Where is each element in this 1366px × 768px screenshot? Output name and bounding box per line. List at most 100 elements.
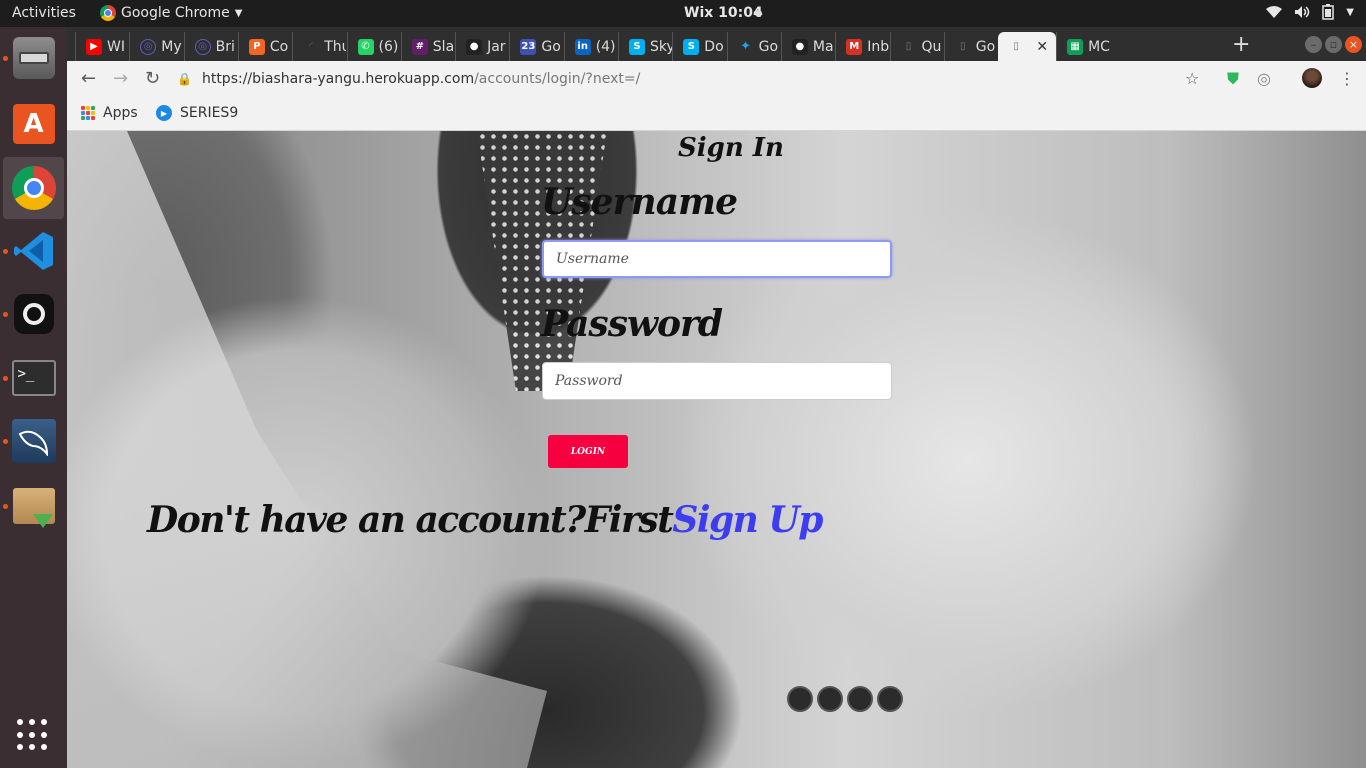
notification-dot-icon <box>755 10 762 17</box>
globe-icon: ◎ <box>194 38 211 55</box>
dock-vscode[interactable] <box>0 220 67 282</box>
password-input[interactable] <box>542 362 892 400</box>
twitter-icon: ✦ <box>740 39 752 54</box>
whatsapp-icon: ✆ <box>357 38 374 55</box>
terminal-icon: >_ <box>11 360 56 396</box>
lock-icon: 🔒 <box>177 72 192 86</box>
bookmark-label: SERIES9 <box>180 105 239 121</box>
dock-terminal[interactable]: >_ <box>0 347 67 409</box>
forward-button[interactable]: → <box>113 68 128 89</box>
menu-icon[interactable]: ⋮ <box>1339 69 1355 88</box>
password-label: Password <box>541 303 723 345</box>
battery-icon <box>1322 4 1335 20</box>
dolphin-icon <box>11 419 56 463</box>
maximize-button[interactable]: ▫ <box>1325 36 1342 53</box>
globe-icon: ◎ <box>140 38 157 55</box>
tab-label: (6) <box>378 38 399 55</box>
page-viewport: Sign In Username Password login Don't ha… <box>67 131 1366 768</box>
back-button[interactable]: ← <box>81 68 96 89</box>
tab-13[interactable]: ● Ma <box>780 32 835 61</box>
ubuntu-dock: A >_ <box>0 27 67 768</box>
tab-label: Sla <box>432 38 455 55</box>
close-tab-icon[interactable]: ✕ <box>1036 39 1048 55</box>
shield-icon[interactable]: ⛊ <box>1227 69 1239 89</box>
tab-label: Bri <box>215 38 235 55</box>
signup-prefix: Don't have an account?First <box>147 499 674 541</box>
tab-10[interactable]: S Sky <box>618 32 672 61</box>
tab-label: Co <box>269 38 289 55</box>
app-menu[interactable]: Google Chrome ▼ <box>100 5 242 21</box>
file-cabinet-icon <box>12 37 55 79</box>
dock-software[interactable]: A <box>0 93 67 155</box>
shopping-bag-icon: A <box>12 104 55 144</box>
dock-files[interactable] <box>0 27 67 89</box>
dock-mysql-workbench[interactable] <box>0 410 67 472</box>
apps-grid-icon <box>81 106 95 120</box>
grid-icon <box>17 719 23 725</box>
github-icon: ● <box>466 38 483 55</box>
tab-7[interactable]: ● Jar <box>455 32 509 61</box>
youtube-icon: ▶ <box>86 38 102 55</box>
signup-link[interactable]: Sign Up <box>672 499 823 541</box>
tab-9[interactable]: in (4) <box>563 32 618 61</box>
tab-0[interactable]: ▶ WI <box>75 32 129 61</box>
tab-5[interactable]: ✆ (6) <box>346 32 401 61</box>
reload-button[interactable]: ↻ <box>145 68 160 89</box>
dock-chrome[interactable] <box>3 157 64 219</box>
package-icon <box>12 488 55 528</box>
tab-label: Go <box>541 38 561 55</box>
extension-icon[interactable]: ◎ <box>1257 69 1271 88</box>
username-input[interactable] <box>542 240 892 278</box>
browser-toolbar: ← → ↻ 🔒 https://biashara-yangu.herokuapp… <box>67 61 1366 97</box>
tab-15[interactable]: ▯ Qu <box>889 32 944 61</box>
url-host: https://biashara-yangu.herokuapp.com <box>201 71 475 87</box>
new-tab-button[interactable]: + <box>1232 32 1250 57</box>
show-apps-button[interactable] <box>17 719 49 751</box>
dock-archive-installer[interactable] <box>0 475 67 537</box>
tab-11[interactable]: S Do <box>672 32 726 61</box>
address-bar[interactable]: 🔒 https://biashara-yangu.herokuapp.com/a… <box>177 64 1217 94</box>
volume-icon <box>1295 6 1310 18</box>
tab-16[interactable]: ▯ Go <box>943 32 998 61</box>
avatar[interactable] <box>1302 68 1322 88</box>
calendar-icon: 23 <box>520 38 537 55</box>
tab-label: Thu <box>324 38 346 55</box>
tab-label: Ma <box>812 38 834 55</box>
chrome-window: ▶WI◎My◎BriPCo◜Thu✆(6)#Sla●Jar23Goin(4)SS… <box>67 27 1366 131</box>
close-window-button[interactable]: × <box>1345 36 1362 53</box>
activities-button[interactable]: Activities <box>12 5 76 21</box>
tab-1[interactable]: ◎ My <box>129 32 183 61</box>
tab-6[interactable]: # Sla <box>400 32 455 61</box>
bookmarks-bar: Apps ▶ SERIES9 <box>67 97 1366 131</box>
minimize-button[interactable]: – <box>1305 36 1322 53</box>
tab-label: Inb <box>867 38 890 55</box>
tab-18[interactable]: ▦ MC <box>1056 32 1110 61</box>
clock[interactable]: Wix 10:04 <box>684 5 763 21</box>
tab-8[interactable]: 23 Go <box>509 32 563 61</box>
running-indicator <box>3 249 8 254</box>
running-indicator <box>3 439 8 444</box>
tab-4[interactable]: ◜ Thu <box>292 32 346 61</box>
document-icon: ▯ <box>1013 41 1019 52</box>
chrome-icon <box>11 166 56 210</box>
tab-14[interactable]: M Inb <box>835 32 889 61</box>
tab-17[interactable]: ▯ ✕ <box>998 32 1057 61</box>
app-menu-label: Google Chrome <box>121 5 230 21</box>
tab-3[interactable]: P Co <box>237 32 292 61</box>
system-tray[interactable]: ▼ <box>1266 4 1354 20</box>
dock-screenshot[interactable] <box>0 283 67 345</box>
tab-label: Go <box>975 38 996 55</box>
bookmark-apps[interactable]: Apps <box>81 105 138 121</box>
running-indicator <box>3 312 8 317</box>
gnome-top-bar: Activities Google Chrome ▼ Wix 10:04 ▼ <box>0 0 1366 27</box>
bookmark-star-icon[interactable]: ☆ <box>1185 69 1199 88</box>
bookmark-series9[interactable]: ▶ SERIES9 <box>156 105 238 121</box>
sheets-icon: ▦ <box>1067 38 1084 55</box>
tab-12[interactable]: ✦ Go <box>726 32 781 61</box>
tab-2[interactable]: ◎ Bri <box>183 32 238 61</box>
login-button[interactable]: login <box>548 435 628 468</box>
github-icon: ● <box>791 38 808 55</box>
tab-label: WI <box>107 38 125 55</box>
loading-icon: ◜ <box>309 41 314 52</box>
chevron-down-icon: ▼ <box>1346 6 1354 18</box>
